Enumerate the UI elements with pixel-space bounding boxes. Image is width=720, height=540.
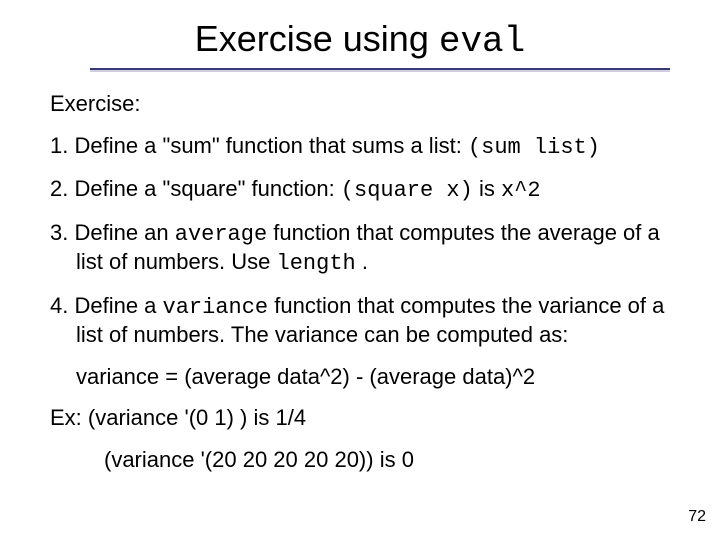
item2-code1: (square x) — [341, 178, 473, 203]
item3-code1: average — [175, 222, 267, 247]
item2-code2: x^2 — [501, 178, 541, 203]
example-line-1: Ex: (variance '(0 1) ) is 1/4 — [50, 404, 670, 432]
title-code: eval — [439, 21, 525, 62]
item4-code1: variance — [163, 295, 269, 320]
item1-text: 1. Define a "sum" function that sums a l… — [50, 133, 468, 158]
item3-code2: length — [277, 251, 356, 276]
list-item: 2. Define a "square" function: (square x… — [50, 175, 670, 205]
list-item: 3. Define an average function that compu… — [50, 219, 670, 278]
list-item: 1. Define a "sum" function that sums a l… — [50, 132, 670, 162]
item3-tail: . — [356, 249, 368, 274]
title-text: Exercise using — [195, 18, 439, 59]
title-area: Exercise using eval — [0, 18, 720, 70]
example-line-2: (variance '(20 20 20 20 20)) is 0 — [50, 446, 670, 474]
list-item: 4. Define a variance function that compu… — [50, 292, 670, 349]
slide: Exercise using eval Exercise: 1. Define … — [0, 0, 720, 540]
title-underline — [90, 68, 670, 70]
formula-line: variance = (average data^2) - (average d… — [50, 363, 670, 391]
slide-body: Exercise: 1. Define a "sum" function tha… — [50, 90, 670, 487]
item2-mid: is — [473, 176, 501, 201]
item1-code: (sum list) — [468, 135, 600, 160]
item3-pre: 3. Define an — [50, 220, 175, 245]
slide-title: Exercise using eval — [195, 18, 526, 68]
page-number: 72 — [688, 508, 706, 526]
item2-text: 2. Define a "square" function: — [50, 176, 341, 201]
exercise-heading: Exercise: — [50, 90, 670, 118]
item4-pre: 4. Define a — [50, 293, 163, 318]
